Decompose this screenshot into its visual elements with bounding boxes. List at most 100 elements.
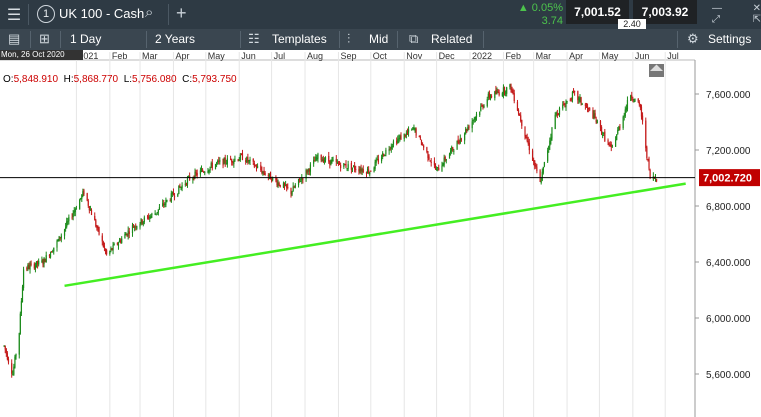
candle-body xyxy=(488,92,491,98)
candle-body xyxy=(459,138,461,143)
related-button[interactable]: Related xyxy=(431,29,472,50)
popout-icon[interactable]: ⇱ xyxy=(753,14,761,25)
candle-body xyxy=(589,108,591,110)
interval-dropdown[interactable]: 1 Day xyxy=(70,29,101,50)
candle-body xyxy=(646,147,648,158)
divider xyxy=(146,31,147,48)
candle-body xyxy=(132,226,135,228)
candle-body xyxy=(63,229,66,236)
templates-button[interactable]: Templates xyxy=(272,29,327,50)
candle-body xyxy=(354,165,356,170)
settings-button[interactable]: Settings xyxy=(708,29,751,50)
candle-body xyxy=(359,169,361,173)
candle-body xyxy=(121,238,123,243)
candle-body xyxy=(263,170,265,174)
candle-body xyxy=(96,225,98,229)
candle-body xyxy=(267,175,269,177)
candle-body xyxy=(366,169,369,174)
candle-body xyxy=(38,260,40,265)
candle-body xyxy=(528,142,530,151)
candle-body xyxy=(536,166,538,172)
candle-body xyxy=(124,234,126,239)
candle-body xyxy=(421,143,424,145)
candle-body xyxy=(415,128,417,136)
candle-body xyxy=(79,199,81,210)
candle-body xyxy=(282,183,285,188)
candle-body xyxy=(400,135,402,140)
candle-body xyxy=(404,134,406,137)
candle-body xyxy=(300,181,302,183)
related-icon: ⧉ xyxy=(409,31,419,46)
candle-body xyxy=(211,162,213,169)
candle-body xyxy=(232,161,234,163)
candle-body xyxy=(623,115,625,117)
candles-icon: ⫶ xyxy=(347,31,351,46)
candle-body xyxy=(581,103,583,105)
candle-body xyxy=(509,84,511,88)
candle-body xyxy=(437,167,439,169)
minimize-icon[interactable]: — xyxy=(712,3,722,14)
candle-body xyxy=(90,209,93,215)
price-chart[interactable]: 2021 Feb Mar Apr May Jun Jul Aug Sep Oct Nov Dec 202… xyxy=(0,50,761,417)
candle-body xyxy=(556,113,558,116)
gear-icon[interactable]: ⚙ xyxy=(687,31,699,47)
candle-body xyxy=(199,170,202,175)
candle-body xyxy=(380,157,383,162)
candle-body xyxy=(241,153,244,160)
search-icon[interactable]: ⌕ xyxy=(145,4,153,21)
instrument-title[interactable]: UK 100 - Cash xyxy=(59,6,144,21)
hamburger-menu-icon[interactable]: ☰ xyxy=(0,0,28,29)
list-view-icon[interactable]: ▤ xyxy=(8,31,20,47)
candle-body xyxy=(489,96,492,99)
x-tick-label: 2022 xyxy=(472,51,492,61)
candle-body xyxy=(426,147,428,152)
range-dropdown[interactable]: 2 Years xyxy=(155,29,195,50)
candle-body xyxy=(297,179,300,185)
candle-body xyxy=(383,154,385,157)
candle-body xyxy=(413,128,415,130)
candle-body xyxy=(136,226,138,229)
add-tab-icon[interactable]: + xyxy=(176,3,187,24)
candle-body xyxy=(517,110,520,114)
candle-body xyxy=(453,150,455,152)
candle-body xyxy=(224,157,226,164)
candle-body xyxy=(5,349,7,354)
candle-body xyxy=(510,84,512,90)
candle-body xyxy=(328,155,330,162)
candle-body xyxy=(533,160,535,162)
candle-body xyxy=(483,105,485,108)
candle-body xyxy=(633,100,635,102)
candle-body xyxy=(382,153,384,157)
layout-grid-icon[interactable]: ⊞ xyxy=(39,31,50,47)
candle-body xyxy=(164,203,166,205)
trendline[interactable] xyxy=(64,182,686,288)
candle-body xyxy=(389,148,391,150)
candle-body xyxy=(260,165,262,171)
candle-body xyxy=(332,159,334,161)
candle-body xyxy=(351,167,354,169)
candle-body xyxy=(178,185,180,195)
candle-body xyxy=(370,170,372,172)
candle-body xyxy=(58,236,60,242)
candle-body xyxy=(503,87,506,94)
candle-body xyxy=(6,353,8,360)
candle-body xyxy=(86,193,88,201)
candle-body xyxy=(185,183,188,185)
candle-body xyxy=(460,139,462,141)
candle-body xyxy=(562,104,564,109)
candle-body xyxy=(208,169,210,173)
top-bar: ☰ 1 UK 100 - Cash ⌕ + ▲ 0.05% 3.74 7,001… xyxy=(0,0,761,29)
scroll-to-latest-icon[interactable] xyxy=(649,64,664,77)
price-type-dropdown[interactable]: Mid xyxy=(369,29,388,50)
candle-body xyxy=(390,146,392,149)
candle-body xyxy=(3,345,5,347)
y-tick-label: 6,400.000 xyxy=(706,258,751,269)
candle-body xyxy=(526,137,528,141)
candle-body xyxy=(88,206,90,211)
close-icon[interactable]: ✕ xyxy=(753,3,761,14)
x-tick-label: Jul xyxy=(274,51,286,61)
candle-body xyxy=(607,140,609,143)
expand-icon[interactable]: ⤢ xyxy=(712,14,720,25)
candle-body xyxy=(306,170,308,173)
candle-body xyxy=(563,103,565,106)
